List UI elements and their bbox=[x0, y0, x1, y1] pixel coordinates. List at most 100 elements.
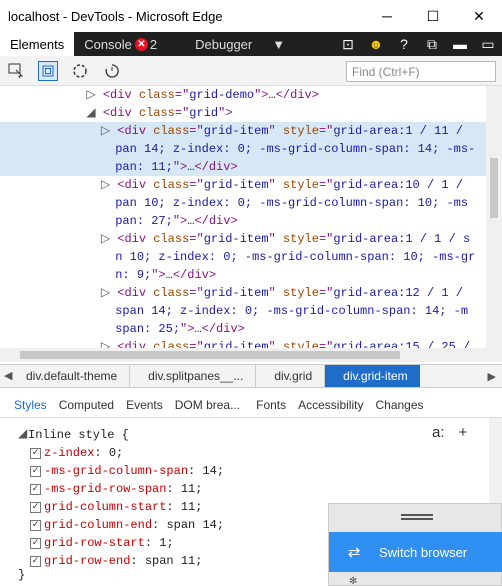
tab-elements[interactable]: Elements bbox=[0, 32, 75, 56]
property-name[interactable]: grid-column-end bbox=[44, 516, 152, 534]
dom-vertical-scrollbar[interactable] bbox=[486, 86, 502, 362]
property-name[interactable]: grid-column-start bbox=[44, 498, 166, 516]
style-property[interactable]: ✓ grid-column-end: span 14; bbox=[30, 516, 224, 534]
expand-arrow-icon[interactable]: ▷ bbox=[101, 286, 117, 300]
close-button[interactable]: ✕ bbox=[456, 0, 502, 32]
new-rule-button[interactable]: + bbox=[459, 424, 468, 441]
rule-close-brace: } bbox=[18, 568, 26, 582]
breadcrumb-left-arrow-icon[interactable]: ◀ bbox=[4, 369, 12, 382]
select-element-icon[interactable] bbox=[0, 56, 32, 86]
property-checkbox[interactable]: ✓ bbox=[30, 537, 41, 549]
more-tabs-icon[interactable]: ▼ bbox=[262, 32, 295, 56]
style-property[interactable]: ✓ z-index: 0; bbox=[30, 444, 123, 462]
expand-arrow-icon[interactable]: ▷ bbox=[101, 178, 117, 192]
dom-node-line[interactable]: ◢ <div class="grid"> bbox=[0, 104, 486, 122]
breadcrumb-item[interactable]: div.splitpanes__... bbox=[130, 365, 257, 387]
expand-arrow-icon[interactable]: ▷ bbox=[101, 232, 117, 246]
find-input[interactable]: Find (Ctrl+F) bbox=[346, 61, 496, 82]
styles-subtabs: Styles Computed Events DOM brea... Fonts… bbox=[0, 392, 502, 418]
style-property[interactable]: ✓ grid-column-start: 11; bbox=[30, 498, 202, 516]
dom-node-line[interactable]: n 10; z-index: 0; -ms-grid-column-span: … bbox=[0, 248, 486, 266]
maximize-button[interactable]: ☐ bbox=[410, 0, 456, 32]
drag-handle-icon[interactable] bbox=[401, 514, 433, 520]
tab-accessibility[interactable]: Accessibility bbox=[292, 392, 369, 418]
style-property[interactable]: ✓ grid-row-end: span 11; bbox=[30, 552, 202, 570]
style-property[interactable]: ✓ -ms-grid-column-span: 14; bbox=[30, 462, 224, 480]
property-name[interactable]: grid-row-start bbox=[44, 534, 145, 552]
tab-computed[interactable]: Computed bbox=[53, 392, 120, 418]
style-property[interactable]: ✓ grid-row-start: 1; bbox=[30, 534, 174, 552]
property-value[interactable]: 0 bbox=[109, 444, 116, 462]
highlight-element-icon[interactable] bbox=[32, 56, 64, 86]
tab-debugger[interactable]: Debugger bbox=[185, 32, 262, 56]
property-checkbox[interactable]: ✓ bbox=[30, 447, 41, 459]
expand-arrow-icon[interactable]: ▷ bbox=[101, 124, 117, 138]
tab-console[interactable]: Console ✕ 2 bbox=[74, 32, 167, 56]
property-value[interactable]: 14 bbox=[202, 462, 216, 480]
expand-arrow-icon[interactable]: ▷ bbox=[101, 340, 117, 348]
dom-node-line[interactable]: n: 9;">…</div> bbox=[0, 266, 486, 284]
elements-toolbar: Find (Ctrl+F) bbox=[0, 56, 502, 86]
breadcrumb-item[interactable]: div.grid bbox=[256, 365, 326, 387]
help-icon[interactable]: ? bbox=[390, 32, 418, 56]
property-name[interactable]: grid-row-end bbox=[44, 552, 130, 570]
property-value[interactable]: span 14 bbox=[166, 516, 216, 534]
expand-arrow-icon[interactable]: ◢ bbox=[86, 106, 102, 120]
console-error-count: 2 bbox=[149, 36, 158, 52]
dom-node-line[interactable]: pan 10; z-index: 0; -ms-grid-column-span… bbox=[0, 194, 486, 212]
property-value[interactable]: span 11 bbox=[145, 552, 195, 570]
dom-tree[interactable]: ▷ <div class="grid-demo">…</div> ◢ <div … bbox=[0, 86, 486, 348]
property-checkbox[interactable]: ✓ bbox=[30, 465, 41, 477]
tab-styles[interactable]: Styles bbox=[8, 392, 53, 418]
collapse-caret-icon[interactable]: ◢ bbox=[18, 426, 27, 441]
property-value[interactable]: 11 bbox=[181, 480, 195, 498]
scrollbar-thumb[interactable] bbox=[490, 158, 498, 218]
property-checkbox[interactable]: ✓ bbox=[30, 501, 41, 513]
window-title: localhost - DevTools - Microsoft Edge bbox=[8, 8, 223, 24]
dom-node-line[interactable]: ▷ <div class="grid-item" style="grid-are… bbox=[0, 176, 486, 194]
dom-node-line[interactable]: ▷ <div class="grid-item" style="grid-are… bbox=[0, 122, 486, 140]
color-picker-icon[interactable] bbox=[64, 56, 96, 86]
property-value[interactable]: 1 bbox=[159, 534, 166, 552]
style-property[interactable]: ✓ -ms-grid-row-span: 11; bbox=[30, 480, 202, 498]
emulation-icon[interactable]: ⧉ bbox=[418, 32, 446, 56]
property-name[interactable]: z-index bbox=[44, 444, 94, 462]
dom-node-line[interactable]: ▷ <div class="grid-item" style="grid-are… bbox=[0, 338, 486, 348]
dock-bottom-icon[interactable]: ▬ bbox=[446, 32, 474, 56]
switch-browser-button[interactable]: ⇄ Switch browser bbox=[329, 532, 502, 572]
expand-arrow-icon[interactable]: ▷ bbox=[86, 88, 102, 102]
tab-changes[interactable]: Changes bbox=[369, 392, 429, 418]
dom-node-line[interactable]: pan 14; z-index: 0; -ms-grid-column-span… bbox=[0, 140, 486, 158]
dom-node-line[interactable]: pan: 27;">…</div> bbox=[0, 212, 486, 230]
property-name[interactable]: -ms-grid-row-span bbox=[44, 480, 166, 498]
minimize-button[interactable]: ─ bbox=[364, 0, 410, 32]
console-drawer-icon[interactable]: ⊡ bbox=[334, 32, 362, 56]
property-checkbox[interactable]: ✓ bbox=[30, 483, 41, 495]
dom-node-line[interactable]: ▷ <div class="grid-demo">…</div> bbox=[0, 86, 486, 104]
property-name[interactable]: -ms-grid-column-span bbox=[44, 462, 188, 480]
error-icon: ✕ bbox=[134, 37, 148, 51]
tab-events[interactable]: Events bbox=[120, 392, 169, 418]
breadcrumb: ◀ div.default-theme div.splitpanes__... … bbox=[0, 364, 502, 388]
property-checkbox[interactable]: ✓ bbox=[30, 555, 41, 567]
dom-node-line[interactable]: pan: 11;">…</div> bbox=[0, 158, 486, 176]
dom-node-line[interactable]: ▷ <div class="grid-item" style="grid-are… bbox=[0, 230, 486, 248]
dom-node-line[interactable]: span: 25;">…</div> bbox=[0, 320, 486, 338]
dom-node-line[interactable]: span 14; z-index: 0; -ms-grid-column-spa… bbox=[0, 302, 486, 320]
property-checkbox[interactable]: ✓ bbox=[30, 519, 41, 531]
breadcrumb-right-arrow-icon[interactable]: ▶ bbox=[488, 370, 502, 383]
toggle-class-button[interactable]: a: bbox=[432, 424, 445, 441]
dom-node-line[interactable]: ▷ <div class="grid-item" style="grid-are… bbox=[0, 284, 486, 302]
dom-horizontal-scrollbar[interactable] bbox=[0, 348, 486, 362]
tab-dom-breakpoints[interactable]: DOM brea... bbox=[169, 392, 246, 418]
breadcrumb-item-active[interactable]: div.grid-item bbox=[325, 365, 420, 387]
tab-fonts[interactable]: Fonts bbox=[250, 392, 292, 418]
refresh-state-icon[interactable] bbox=[96, 56, 128, 86]
scrollbar-thumb[interactable] bbox=[20, 351, 400, 359]
switch-browser-label: Switch browser bbox=[379, 544, 468, 560]
feedback-smiley-icon[interactable]: ☻ bbox=[362, 32, 390, 56]
breadcrumb-item[interactable]: div.default-theme bbox=[0, 365, 131, 387]
undock-icon[interactable]: ▭ bbox=[474, 32, 502, 56]
settings-icon[interactable]: ✻ bbox=[349, 576, 357, 586]
property-value[interactable]: 11 bbox=[181, 498, 195, 516]
